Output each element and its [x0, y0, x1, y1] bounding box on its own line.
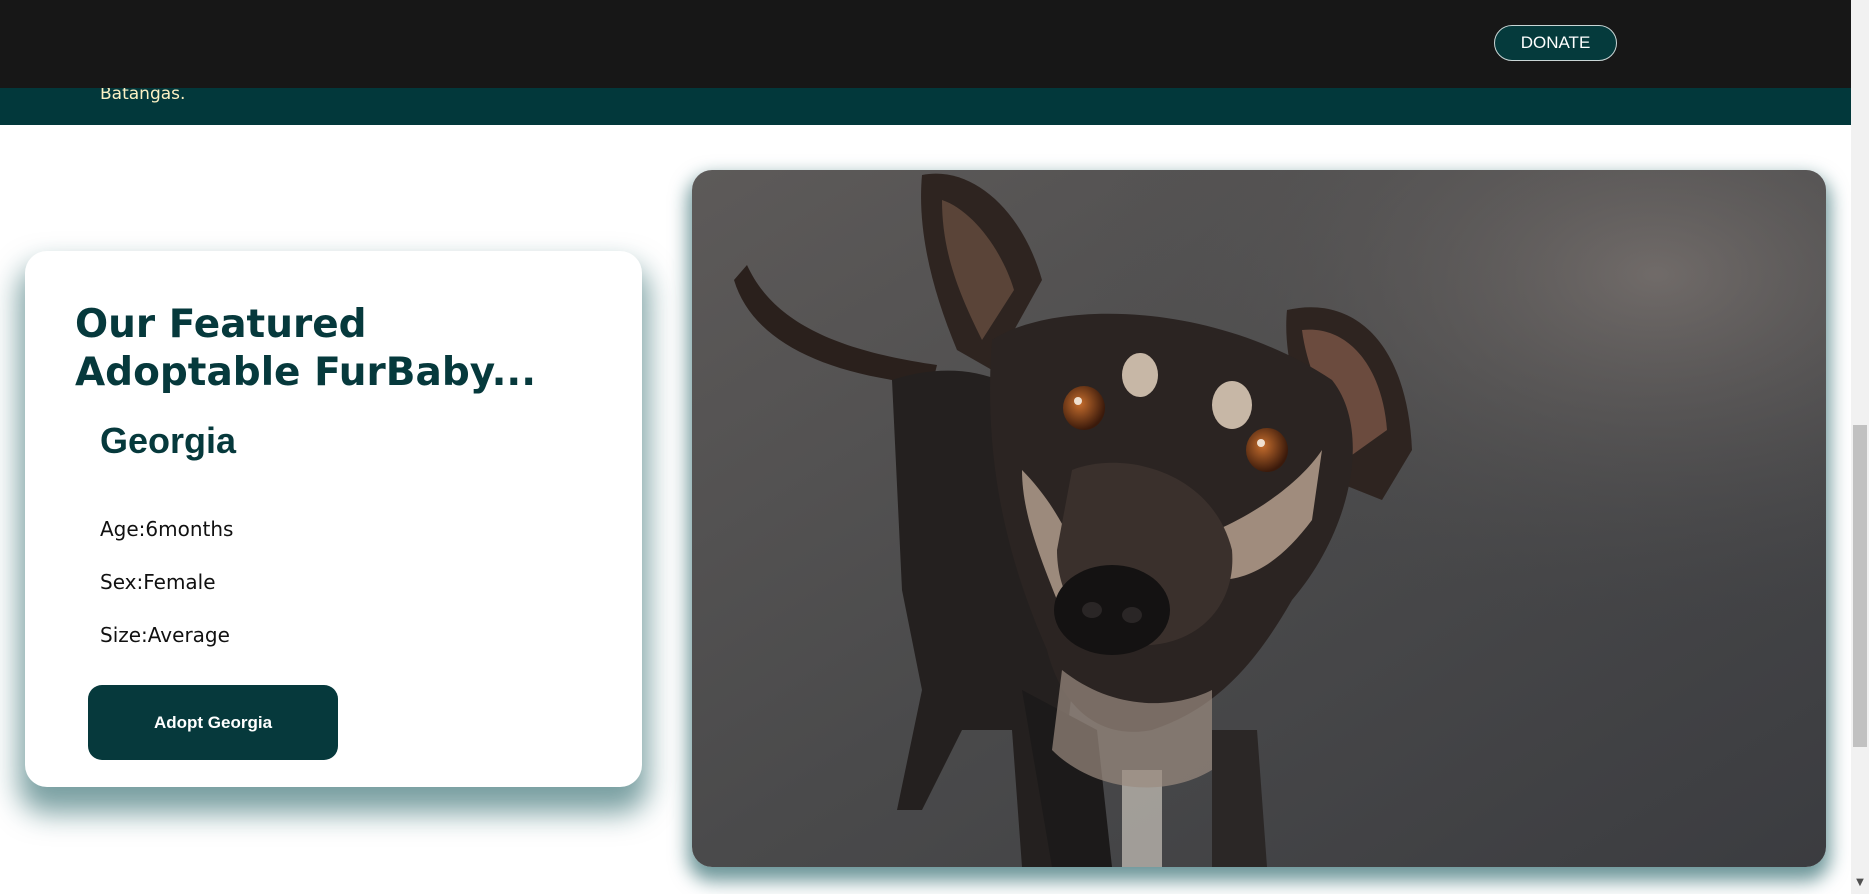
pet-age: Age:6months — [100, 517, 234, 541]
featured-pet-photo — [692, 170, 1826, 867]
pet-name: Georgia — [100, 420, 237, 461]
scrollbar-thumb[interactable] — [1853, 425, 1867, 747]
featured-pet-card: Our Featured Adoptable FurBaby... Georgi… — [25, 251, 642, 787]
featured-title: Our Featured Adoptable FurBaby... — [75, 302, 537, 395]
pet-sex: Sex:Female — [100, 570, 216, 594]
hero-band — [0, 88, 1851, 125]
pet-size: Size:Average — [100, 623, 230, 647]
dog-photo-icon — [692, 170, 1826, 867]
top-navbar: DONATE — [0, 0, 1851, 88]
adopt-button[interactable]: Adopt Georgia — [88, 685, 338, 760]
scroll-down-arrow-icon[interactable]: ▼ — [1853, 876, 1867, 890]
donate-button[interactable]: DONATE — [1494, 25, 1617, 61]
